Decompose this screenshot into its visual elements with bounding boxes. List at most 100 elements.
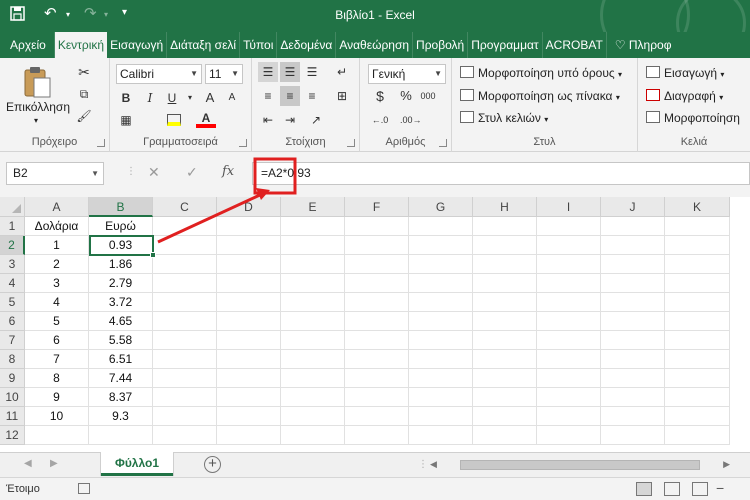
cell-k1[interactable] — [665, 217, 730, 236]
cell-a3[interactable]: 2 — [25, 255, 89, 274]
cell-e3[interactable] — [281, 255, 345, 274]
tab-tell-me[interactable]: ♡ Πληροφ — [607, 32, 675, 58]
cell-c9[interactable] — [153, 369, 217, 388]
column-header-d[interactable]: D — [217, 197, 281, 217]
cell-k11[interactable] — [665, 407, 730, 426]
cell-e10[interactable] — [281, 388, 345, 407]
cell-h5[interactable] — [473, 293, 537, 312]
cut-icon[interactable]: ✂ — [74, 62, 94, 82]
cell-a10[interactable]: 9 — [25, 388, 89, 407]
cell-f10[interactable] — [345, 388, 409, 407]
name-box[interactable]: B2 ▼ — [6, 162, 104, 185]
cell-a8[interactable]: 7 — [25, 350, 89, 369]
cell-a5[interactable]: 4 — [25, 293, 89, 312]
cell-a7[interactable]: 6 — [25, 331, 89, 350]
previous-sheet-icon[interactable]: ◀ — [24, 458, 32, 469]
cell-d2[interactable] — [217, 236, 281, 255]
format-cells-button[interactable]: Μορφοποίηση — [646, 111, 740, 125]
column-header-f[interactable]: F — [345, 197, 409, 217]
cell-i8[interactable] — [537, 350, 601, 369]
cell-f3[interactable] — [345, 255, 409, 274]
tab-acrobat[interactable]: ACROBAT — [543, 32, 607, 58]
cell-h11[interactable] — [473, 407, 537, 426]
column-header-i[interactable]: I — [537, 197, 601, 217]
column-header-g[interactable]: G — [409, 197, 473, 217]
cell-h8[interactable] — [473, 350, 537, 369]
cell-d11[interactable] — [217, 407, 281, 426]
number-format-select[interactable]: Γενική ▼ — [368, 64, 446, 84]
align-middle-icon[interactable]: ☰ — [280, 62, 300, 82]
cell-a11[interactable]: 10 — [25, 407, 89, 426]
cell-j6[interactable] — [601, 312, 665, 331]
cell-a12[interactable] — [25, 426, 89, 445]
cell-g4[interactable] — [409, 274, 473, 293]
cell-i3[interactable] — [537, 255, 601, 274]
insert-function-button[interactable]: fx — [222, 164, 234, 179]
cell-h7[interactable] — [473, 331, 537, 350]
font-color-icon[interactable]: A — [196, 110, 216, 128]
zoom-out-icon[interactable]: − — [716, 480, 724, 496]
cell-k4[interactable] — [665, 274, 730, 293]
cell-d12[interactable] — [217, 426, 281, 445]
cell-b3[interactable]: 1.86 — [89, 255, 153, 274]
cell-i6[interactable] — [537, 312, 601, 331]
column-header-h[interactable]: H — [473, 197, 537, 217]
cell-styles-button[interactable]: Στυλ κελιών ▾ — [460, 111, 548, 125]
cell-j1[interactable] — [601, 217, 665, 236]
scroll-left-icon[interactable]: ◀ — [430, 459, 437, 470]
cell-f5[interactable] — [345, 293, 409, 312]
grow-font-button[interactable]: A — [200, 88, 220, 108]
row-header-5[interactable]: 5 — [0, 293, 25, 312]
cell-d4[interactable] — [217, 274, 281, 293]
cell-h6[interactable] — [473, 312, 537, 331]
cell-i5[interactable] — [537, 293, 601, 312]
cell-e2[interactable] — [281, 236, 345, 255]
cell-h9[interactable] — [473, 369, 537, 388]
tab-insert[interactable]: Εισαγωγή — [107, 32, 168, 58]
cell-c11[interactable] — [153, 407, 217, 426]
next-sheet-icon[interactable]: ▶ — [50, 458, 58, 469]
cell-i12[interactable] — [537, 426, 601, 445]
cell-h3[interactable] — [473, 255, 537, 274]
cell-k3[interactable] — [665, 255, 730, 274]
cell-d9[interactable] — [217, 369, 281, 388]
cell-a6[interactable]: 5 — [25, 312, 89, 331]
cell-d10[interactable] — [217, 388, 281, 407]
cancel-icon[interactable]: ✕ — [148, 164, 160, 181]
cell-b6[interactable]: 4.65 — [89, 312, 153, 331]
cell-k8[interactable] — [665, 350, 730, 369]
cell-k7[interactable] — [665, 331, 730, 350]
horizontal-scrollbar[interactable]: ◀ ▶ — [430, 458, 730, 472]
cell-h4[interactable] — [473, 274, 537, 293]
cell-j2[interactable] — [601, 236, 665, 255]
tab-home[interactable]: Κεντρική — [54, 32, 108, 58]
cell-b9[interactable]: 7.44 — [89, 369, 153, 388]
cell-b11[interactable]: 9.3 — [89, 407, 153, 426]
tab-page-layout[interactable]: Διάταξη σελί — [167, 32, 241, 58]
align-bottom-icon[interactable]: ☰ — [302, 62, 322, 82]
cell-g11[interactable] — [409, 407, 473, 426]
cell-k5[interactable] — [665, 293, 730, 312]
currency-button[interactable]: $ — [370, 86, 390, 106]
cell-d7[interactable] — [217, 331, 281, 350]
paste-button[interactable]: Επικόλληση — [6, 100, 70, 114]
cell-i7[interactable] — [537, 331, 601, 350]
tab-review[interactable]: Αναθεώρηση — [336, 32, 414, 58]
merge-center-icon[interactable]: ⊞ — [332, 86, 352, 106]
tab-data[interactable]: Δεδομένα — [277, 32, 337, 58]
cell-h1[interactable] — [473, 217, 537, 236]
row-header-9[interactable]: 9 — [0, 369, 25, 388]
tab-file[interactable]: Αρχείο — [0, 32, 55, 58]
number-launcher-icon[interactable] — [439, 139, 447, 147]
paste-dropdown-icon[interactable]: ▾ — [34, 116, 38, 125]
tab-formulas[interactable]: Τύποι — [240, 32, 278, 58]
cell-c10[interactable] — [153, 388, 217, 407]
cell-j8[interactable] — [601, 350, 665, 369]
cell-d1[interactable] — [217, 217, 281, 236]
cell-d6[interactable] — [217, 312, 281, 331]
row-header-3[interactable]: 3 — [0, 255, 25, 274]
sheet-tab-active[interactable]: Φύλλο1 — [101, 452, 173, 476]
cell-f1[interactable] — [345, 217, 409, 236]
cell-k10[interactable] — [665, 388, 730, 407]
cell-c8[interactable] — [153, 350, 217, 369]
